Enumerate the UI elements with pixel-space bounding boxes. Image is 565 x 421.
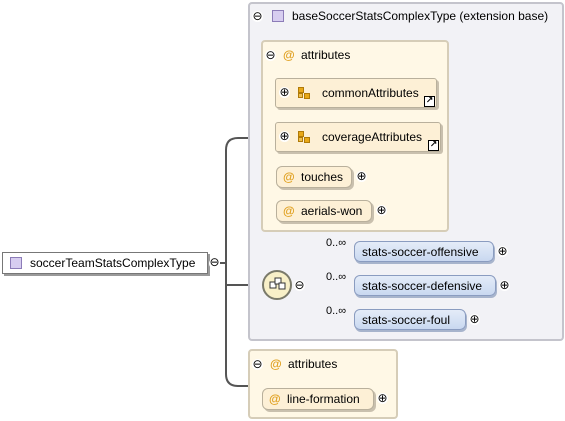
expand-icon[interactable]: ⊕ <box>279 130 290 142</box>
attribute-name: aerials-won <box>301 204 363 218</box>
element-cardinality: 0..∞ <box>326 237 347 249</box>
attribute-line-formation[interactable]: @ line-formation <box>262 388 374 410</box>
expand-icon[interactable]: ⊕ <box>497 245 508 257</box>
root-complex-type[interactable]: soccerTeamStatsComplexType <box>2 252 208 274</box>
attribute-touches[interactable]: @ touches <box>276 166 352 188</box>
base-type-label: baseSoccerStatsComplexType (extension ba… <box>292 9 549 23</box>
attribute-name: line-formation <box>287 392 360 406</box>
root-type-name: soccerTeamStatsComplexType <box>30 256 196 270</box>
expand-icon[interactable]: ⊕ <box>279 86 290 98</box>
expand-icon[interactable]: ⊕ <box>469 313 480 325</box>
expand-icon[interactable]: ⊕ <box>377 392 388 404</box>
attribute-icon: @ <box>283 170 295 184</box>
attributes-label: attributes <box>301 48 351 62</box>
sequence-icon[interactable] <box>262 270 292 300</box>
element-name: stats-soccer-offensive <box>362 245 479 259</box>
sequence-collapse-icon[interactable]: ⊖ <box>294 279 305 291</box>
expand-icon[interactable]: ⊕ <box>376 204 387 216</box>
element-cardinality: 0..∞ <box>326 271 347 283</box>
element-cardinality: 0..∞ <box>326 305 347 317</box>
attributes-label: attributes <box>288 357 338 371</box>
element-stats-soccer-offensive[interactable]: stats-soccer-offensive <box>354 241 494 262</box>
element-name: stats-soccer-defensive <box>362 279 483 293</box>
attribute-group-name: commonAttributes <box>322 86 419 100</box>
attribute-group-icon <box>298 131 310 143</box>
attribute-icon: @ <box>283 48 295 62</box>
expand-icon[interactable]: ⊕ <box>356 170 367 182</box>
attribute-icon: @ <box>269 392 281 406</box>
complex-type-icon <box>10 257 22 269</box>
attribute-group-coverage[interactable]: ⊕ coverageAttributes ↗ <box>275 122 441 152</box>
attribute-group-icon <box>298 87 310 99</box>
base-collapse-icon[interactable]: ⊖ <box>252 10 263 22</box>
attribute-icon: @ <box>270 357 282 371</box>
attribute-group-name: coverageAttributes <box>322 130 423 144</box>
link-icon[interactable]: ↗ <box>428 140 439 151</box>
attributes-collapse-icon[interactable]: ⊖ <box>252 358 263 370</box>
connector-trunk-vertical <box>225 137 248 387</box>
attribute-icon: @ <box>283 204 295 218</box>
link-icon[interactable]: ↗ <box>424 96 435 107</box>
attribute-name: touches <box>301 170 344 184</box>
attribute-aerials-won[interactable]: @ aerials-won <box>276 200 372 222</box>
expand-icon[interactable]: ⊕ <box>499 279 510 291</box>
element-stats-soccer-foul[interactable]: stats-soccer-foul <box>354 309 466 330</box>
attributes-collapse-icon[interactable]: ⊖ <box>265 49 276 61</box>
element-stats-soccer-defensive[interactable]: stats-soccer-defensive <box>354 275 496 296</box>
element-name: stats-soccer-foul <box>362 313 451 327</box>
root-collapse-icon[interactable]: ⊖ <box>209 256 220 269</box>
complex-type-icon <box>272 10 284 22</box>
attribute-group-common[interactable]: ⊕ commonAttributes ↗ <box>275 78 437 108</box>
